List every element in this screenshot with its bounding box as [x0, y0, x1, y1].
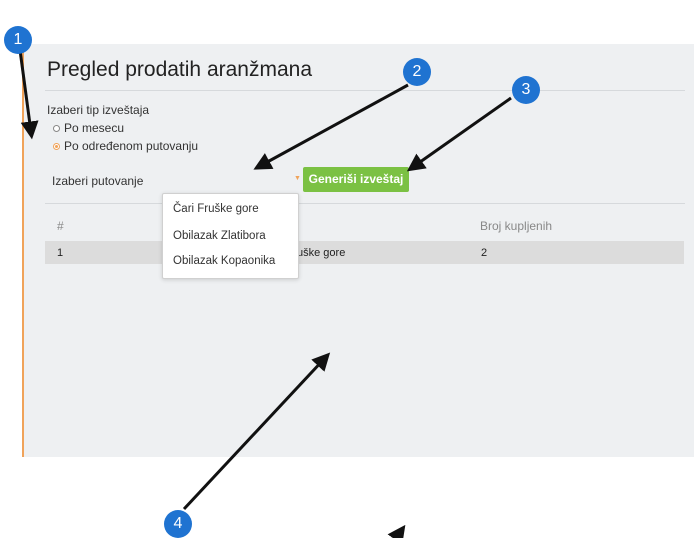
- report-type-label: Izaberi tip izveštaja: [47, 103, 150, 117]
- dropdown-option-fruska-gora[interactable]: Čari Fruške gore: [173, 203, 259, 215]
- annotation-badge-3: 3: [512, 76, 540, 104]
- chevron-down-icon[interactable]: ▼: [294, 175, 301, 182]
- radio-by-trip-label[interactable]: Po određenom putovanju: [64, 139, 198, 153]
- table-header-index: #: [57, 219, 64, 233]
- radio-by-month[interactable]: [53, 125, 60, 132]
- trip-dropdown-menu: Čari Fruške gore Obilazak Zlatibora Obil…: [162, 193, 299, 279]
- annotation-badge-2: 2: [403, 58, 431, 86]
- table-cell-name: uške gore: [297, 247, 346, 259]
- table-cell-index: 1: [57, 247, 64, 259]
- page-title: Pregled prodatih aranžmana: [47, 58, 313, 81]
- dropdown-option-kopaonik[interactable]: Obilazak Kopaonika: [173, 255, 275, 267]
- dropdown-option-zlatibor[interactable]: Obilazak Zlatibora: [173, 230, 266, 242]
- radio-by-trip[interactable]: [53, 143, 60, 150]
- table-header-count: Broj kupljenih: [480, 219, 553, 233]
- annotation-badge-1: 1: [4, 26, 32, 54]
- table-top-divider: [45, 203, 685, 204]
- screenshot-stage: Pregled prodatih aranžmana Izaberi tip i…: [0, 0, 694, 538]
- table-row[interactable]: [45, 241, 684, 264]
- table-cell-count: 2: [481, 247, 488, 259]
- generate-report-button[interactable]: Generiši izveštaj: [303, 167, 409, 192]
- radio-by-month-label[interactable]: Po mesecu: [64, 121, 124, 135]
- accent-border: [22, 44, 24, 457]
- annotation-badge-4: 4: [164, 510, 192, 538]
- arrow-5: [387, 524, 406, 538]
- trip-select-label: Izaberi putovanje: [52, 174, 144, 188]
- title-divider: [45, 90, 685, 91]
